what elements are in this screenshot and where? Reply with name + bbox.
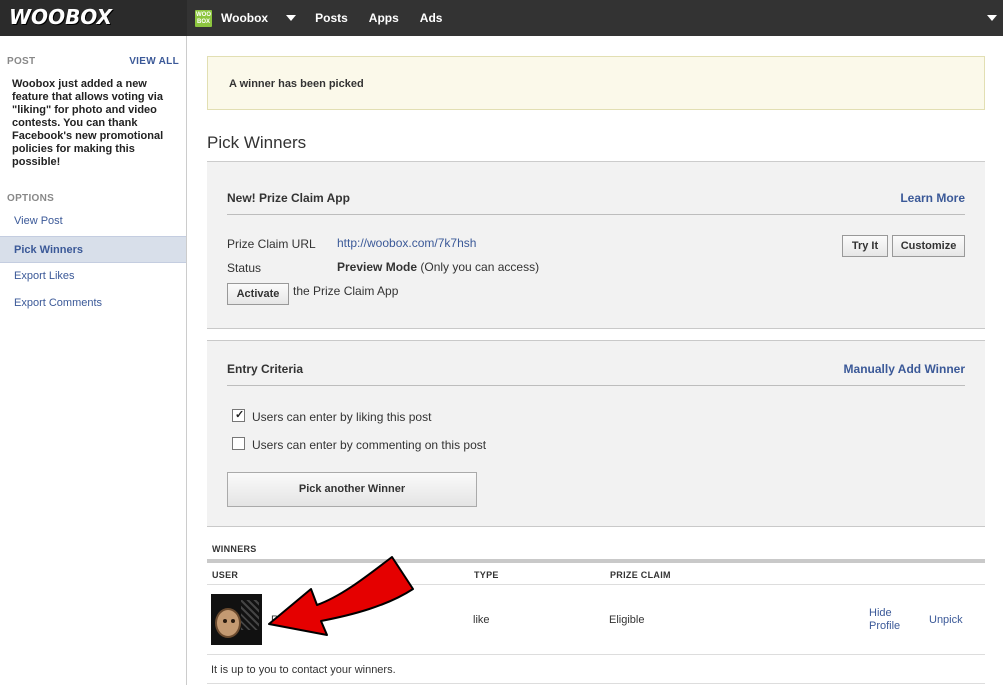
row-divider <box>207 654 985 655</box>
prize-url-label: Prize Claim URL <box>227 237 316 251</box>
sidebar-item-view-post[interactable]: View Post <box>0 208 186 235</box>
nav-item-ads[interactable]: Ads <box>420 11 443 25</box>
footnote-divider <box>207 683 985 684</box>
like-entry-label[interactable]: Users can enter by liking this post <box>252 410 431 424</box>
avatar-background <box>241 600 259 630</box>
prize-url-link[interactable]: http://woobox.com/7k7hsh <box>337 236 476 250</box>
winner-name[interactable]: R <box>271 614 279 626</box>
sidebar: POST VIEW ALL Woobox just added a new fe… <box>0 36 187 685</box>
winner-type: like <box>473 614 490 626</box>
prize-claim-panel: New! Prize Claim App Learn More Prize Cl… <box>207 162 985 329</box>
winners-footnote: It is up to you to contact your winners. <box>211 664 396 676</box>
winners-divider <box>207 559 985 563</box>
status-mode: Preview Mode <box>337 260 418 274</box>
sidebar-item-export-comments[interactable]: Export Comments <box>0 290 186 317</box>
learn-more-link[interactable]: Learn More <box>900 191 965 205</box>
column-header-prize-claim: PRIZE CLAIM <box>610 570 671 580</box>
brand-area: WOOBOX <box>0 0 187 36</box>
page-icon: WOO BOX <box>195 9 212 27</box>
header-divider <box>207 584 985 585</box>
column-header-user: USER <box>212 570 239 580</box>
like-entry-checkbox[interactable]: ✓ <box>232 409 245 422</box>
entry-panel-divider <box>227 385 965 386</box>
activate-button[interactable]: Activate <box>227 283 289 305</box>
success-alert: A winner has been picked <box>207 56 985 110</box>
post-heading-label: POST <box>7 56 36 67</box>
checkmark-icon: ✓ <box>235 409 245 421</box>
red-arrow-icon <box>268 556 414 636</box>
avatar[interactable] <box>211 594 262 645</box>
hide-profile-link[interactable]: Hide Profile <box>869 607 900 633</box>
comment-entry-checkbox[interactable] <box>232 437 245 450</box>
status-label: Status <box>227 261 262 275</box>
top-nav: WOO BOX Woobox Posts Apps Ads <box>195 0 463 36</box>
post-heading: POST VIEW ALL <box>7 56 179 67</box>
comment-entry-label[interactable]: Users can enter by commenting on this po… <box>252 438 486 452</box>
unpick-link[interactable]: Unpick <box>929 614 963 626</box>
activate-note: the Prize Claim App <box>293 284 399 298</box>
winner-prize-claim: Eligible <box>609 614 645 626</box>
avatar-eye <box>223 619 227 623</box>
view-all-link[interactable]: VIEW ALL <box>129 56 179 67</box>
alert-text: A winner has been picked <box>229 78 364 90</box>
pick-another-winner-button[interactable]: Pick another Winner <box>227 472 477 507</box>
nav-item-apps[interactable]: Apps <box>369 11 399 25</box>
post-text: Woobox just added a new feature that all… <box>12 78 164 168</box>
sidebar-item-export-likes[interactable]: Export Likes <box>0 263 186 290</box>
page-title: Pick Winners <box>207 133 307 152</box>
customize-button[interactable]: Customize <box>892 235 965 257</box>
winners-heading: WINNERS <box>212 544 257 554</box>
avatar-eye <box>231 619 235 623</box>
entry-panel-title: Entry Criteria <box>227 362 304 376</box>
options-heading: OPTIONS <box>7 193 55 204</box>
entry-criteria-panel: Entry Criteria Manually Add Winner ✓ Use… <box>207 340 985 527</box>
avatar-face <box>215 608 241 638</box>
nav-item-posts[interactable]: Posts <box>315 11 348 25</box>
status-value: Preview Mode (Only you can access) <box>337 260 539 274</box>
woobox-logo[interactable]: WOOBOX <box>9 5 112 29</box>
column-header-type: TYPE <box>474 570 499 580</box>
manually-add-winner-link[interactable]: Manually Add Winner <box>844 362 965 376</box>
chevron-down-icon[interactable] <box>286 15 297 21</box>
try-it-button[interactable]: Try It <box>842 235 888 257</box>
sidebar-item-pick-winners[interactable]: Pick Winners <box>0 236 186 263</box>
prize-panel-title: New! Prize Claim App <box>227 191 350 205</box>
prize-panel-divider <box>227 214 965 215</box>
top-bar: WOOBOX WOO BOX Woobox Posts Apps Ads <box>0 0 1003 36</box>
status-note: (Only you can access) <box>420 260 540 274</box>
menu-chevron-down-icon[interactable] <box>987 15 997 21</box>
nav-item-woobox[interactable]: Woobox <box>221 11 268 25</box>
